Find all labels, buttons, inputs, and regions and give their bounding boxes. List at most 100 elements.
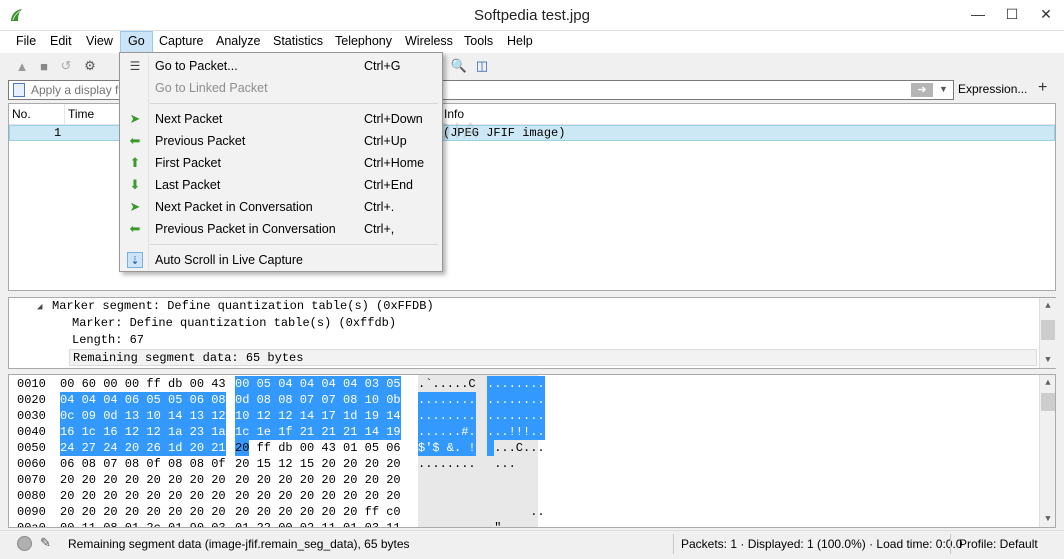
ascii-bytes[interactable]: $'$ &. ! [418,440,476,456]
hex-bytes[interactable]: 06 08 07 08 0f 08 08 0f [60,456,226,472]
goto-packet-icon: ☰ [129,59,141,73]
ascii-bytes[interactable]: ...!!!.. [487,424,545,440]
scroll-thumb[interactable] [1041,393,1055,411]
ascii-bytes[interactable] [418,472,476,488]
hex-bytes[interactable]: 16 1c 16 12 12 1a 23 1a [60,424,226,440]
start-capture-icon[interactable]: ▲ [12,56,32,76]
detail-line[interactable]: Marker segment: Define quantization tabl… [52,298,434,315]
hex-bytes[interactable]: 20 20 20 20 20 20 20 20 [235,488,401,504]
ascii-bytes[interactable]: ........ [418,408,476,424]
hex-bytes[interactable]: 20 20 20 20 20 20 20 20 [60,488,226,504]
menu-file[interactable]: File [9,31,43,53]
maximize-button[interactable]: ☐ [995,0,1029,28]
restart-capture-icon[interactable]: ↺ [56,56,76,76]
menu-item-next-packet-in-conversation[interactable]: ➤ Next Packet in Conversation Ctrl+. [122,196,440,218]
hex-bytes[interactable]: 0c 09 0d 13 10 14 13 12 [60,408,226,424]
byte-offset: 0070 [17,473,46,487]
hex-bytes[interactable]: 20 20 20 20 20 20 20 20 [235,472,401,488]
scroll-down-icon[interactable]: ▼ [1040,511,1055,527]
hex-bytes[interactable]: 24 27 24 20 26 1d 20 21 [60,440,226,456]
ascii-bytes[interactable]: ."...... [487,520,545,527]
column-header-info[interactable]: Info [441,104,1055,124]
chevron-down-icon[interactable]: ▼ [939,84,948,94]
edit-comment-icon[interactable]: ✎ [40,535,56,551]
hex-bytes[interactable]: 20 20 20 20 20 20 ff c0 [235,504,401,520]
ascii-bytes[interactable]: .. [487,504,544,520]
hex-bytes[interactable]: 10 12 12 14 17 1d 19 14 [235,408,401,424]
menu-item-auto-scroll[interactable]: ⇣ Auto Scroll in Live Capture [122,249,440,271]
arrow-left-icon: ⬅ [129,133,141,148]
hex-bytes[interactable]: 20 20 20 20 20 20 20 20 [60,504,226,520]
ascii-bytes[interactable] [418,488,476,504]
hex-bytes[interactable]: 04 04 04 06 05 05 06 08 [60,392,226,408]
bookmark-icon[interactable] [13,83,25,97]
ascii-bytes[interactable] [487,472,545,488]
minimize-button[interactable]: — [961,0,995,28]
menu-go[interactable]: Go [120,31,153,53]
ascii-bytes[interactable] [487,488,545,504]
ascii-bytes[interactable]: ........ [487,408,545,424]
expanded-triangle-icon[interactable]: ◢ [37,299,42,316]
packet-bytes-pane[interactable]: 0010 00 60 00 00 ff db 00 43 00 05 04 04 0… [8,374,1056,528]
details-scrollbar[interactable]: ▲ ▼ [1039,298,1056,368]
expression-button[interactable]: Expression... [958,82,1027,96]
scroll-thumb[interactable] [1041,320,1055,340]
menu-item-previous-packet[interactable]: ⬅ Previous Packet Ctrl+Up [122,130,440,152]
hex-bytes[interactable]: 20 ff db 00 43 01 05 06 [235,440,401,456]
stop-capture-icon[interactable]: ■ [34,56,54,76]
ascii-bytes[interactable]: .`.....C [418,376,476,392]
apply-filter-icon[interactable]: ➜ [911,83,933,97]
menu-item-previous-packet-in-conversation[interactable]: ⬅ Previous Packet in Conversation Ctrl+, [122,218,440,240]
ascii-bytes[interactable]: ... [487,456,545,472]
add-filter-button[interactable]: + [1038,79,1047,97]
ascii-bytes[interactable]: ...C... [487,440,544,456]
column-header-no[interactable]: No. [9,104,65,124]
menu-analyze[interactable]: Analyze [209,31,267,53]
arrow-down-icon: ⬇ [129,177,141,192]
profile-label[interactable]: Profile: Default [959,537,1038,551]
hex-bytes[interactable]: 01 22 00 02 11 01 03 11 [235,520,401,527]
hex-bytes[interactable]: 1c 1e 1f 21 21 21 14 19 [235,424,401,440]
menu-telephony[interactable]: Telephony [328,31,399,53]
menu-edit[interactable]: Edit [43,31,79,53]
capture-options-icon[interactable]: ⚙ [80,56,100,76]
menu-help[interactable]: Help [500,31,540,53]
menu-capture[interactable]: Capture [152,31,210,53]
hex-bytes[interactable]: 20 20 20 20 20 20 20 20 [60,472,226,488]
resize-columns-icon[interactable]: ◫ [472,56,492,76]
packet-details-pane[interactable]: ◢ Marker segment: Define quantization ta… [8,297,1056,369]
menu-tools[interactable]: Tools [457,31,500,53]
detail-line[interactable]: Length: 67 [72,332,144,349]
menu-item-last-packet[interactable]: ⬇ Last Packet Ctrl+End [122,174,440,196]
byte-offset: 0080 [17,489,46,503]
menu-item-first-packet[interactable]: ⬆ First Packet Ctrl+Home [122,152,440,174]
detail-line[interactable]: Marker: Define quantization table(s) (0x… [72,315,396,332]
menu-item-go-to-packet[interactable]: ☰ Go to Packet... Ctrl+G [122,55,440,77]
ascii-bytes[interactable]: ........ [487,376,545,392]
hex-bytes[interactable]: 00 11 08 01 2c 01 90 03 [60,520,226,527]
hex-bytes[interactable]: 20 15 12 15 20 20 20 20 [235,456,401,472]
byte-offset: 0090 [17,505,46,519]
status-separator [950,534,951,554]
ascii-bytes[interactable]: ........ [418,456,476,472]
zoom-out-icon[interactable]: 🔍 [449,56,469,76]
expert-info-icon[interactable] [17,536,32,551]
ascii-bytes[interactable]: ........ [418,392,476,408]
ascii-bytes[interactable]: ....,... [418,520,476,527]
ascii-bytes[interactable] [418,504,476,520]
scroll-up-icon[interactable]: ▲ [1040,298,1056,314]
bytes-scrollbar[interactable]: ▲ ▼ [1039,375,1055,527]
hex-bytes[interactable]: 00 60 00 00 ff db 00 43 [60,376,226,392]
menu-item-next-packet[interactable]: ➤ Next Packet Ctrl+Down [122,108,440,130]
close-button[interactable]: ✕ [1029,0,1063,28]
hex-bytes[interactable]: 00 05 04 04 04 04 03 05 [235,376,401,392]
hex-bytes[interactable]: 0d 08 08 07 07 08 10 0b [235,392,401,408]
detail-line-selected[interactable]: Remaining segment data: 65 bytes [69,349,1037,366]
menu-wireless[interactable]: Wireless [398,31,460,53]
menu-statistics[interactable]: Statistics [266,31,330,53]
ascii-bytes[interactable]: ........ [487,392,545,408]
ascii-bytes[interactable]: ......#. [418,424,476,440]
scroll-down-icon[interactable]: ▼ [1040,352,1056,368]
scroll-up-icon[interactable]: ▲ [1040,375,1055,391]
menu-view[interactable]: View [79,31,120,53]
